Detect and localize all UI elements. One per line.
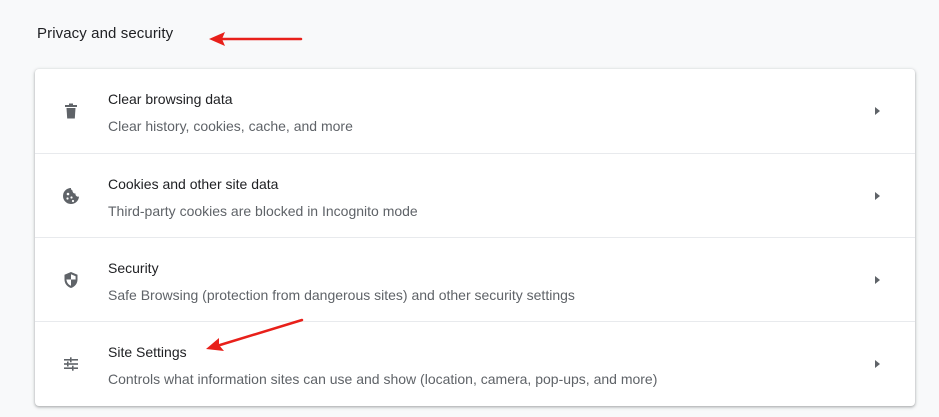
security-row[interactable]: Security Safe Browsing (protection from … (35, 237, 915, 321)
annotation-arrow-title (209, 32, 303, 46)
clear-browsing-data-row[interactable]: Clear browsing data Clear history, cooki… (35, 69, 915, 153)
privacy-security-card: Clear browsing data Clear history, cooki… (35, 69, 915, 406)
trash-icon (59, 99, 83, 123)
settings-page: Privacy and security Clear browsing data… (0, 0, 939, 417)
row-label: Cookies and other site data (108, 176, 279, 192)
chevron-right-icon (871, 358, 883, 370)
row-sublabel: Clear history, cookies, cache, and more (108, 118, 353, 134)
cookie-icon (59, 184, 83, 208)
cookies-site-data-row[interactable]: Cookies and other site data Third-party … (35, 153, 915, 237)
row-label: Clear browsing data (108, 91, 233, 107)
row-sublabel: Safe Browsing (protection from dangerous… (108, 287, 575, 303)
site-settings-row[interactable]: Site Settings Controls what information … (35, 321, 915, 406)
section-title: Privacy and security (37, 25, 174, 42)
row-sublabel: Third-party cookies are blocked in Incog… (108, 203, 418, 219)
row-label: Site Settings (108, 344, 187, 360)
shield-icon (59, 268, 83, 292)
chevron-right-icon (871, 274, 883, 286)
row-sublabel: Controls what information sites can use … (108, 371, 658, 387)
tune-sliders-icon (59, 352, 83, 376)
chevron-right-icon (871, 105, 883, 117)
chevron-right-icon (871, 190, 883, 202)
row-label: Security (108, 260, 159, 276)
